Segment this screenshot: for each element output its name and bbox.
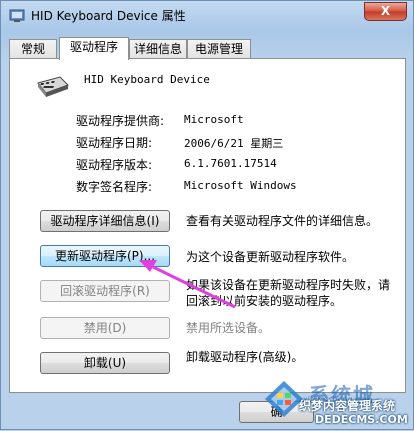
watermark-site: DEDECMS.COM (315, 413, 408, 426)
disable-device-button[interactable]: 禁用(D) (40, 317, 170, 339)
keyboard-icon (37, 76, 69, 97)
driver-panel: HID Keyboard Device 驱动程序提供商: Microsoft 驱… (9, 58, 406, 393)
driver-details-desc: 查看有关驱动程序文件的详细信息。 (186, 214, 379, 228)
tab-details-label: 详细信息 (133, 42, 182, 56)
close-icon: X (380, 4, 391, 18)
uninstall-driver-label: 卸载(U) (83, 356, 127, 370)
update-driver-label: 更新驱动程序(P)... (54, 249, 156, 263)
uninstall-driver-button[interactable]: 卸载(U) (40, 352, 170, 374)
version-value: 6.1.7601.17514 (184, 157, 277, 170)
device-manager-icon (9, 9, 25, 22)
tab-power-label: 电源管理 (194, 42, 243, 56)
provider-label: 驱动程序提供商: (76, 114, 165, 128)
device-name: HID Keyboard Device (84, 73, 210, 86)
watermark-slogan: 织梦内容管理系统 (299, 399, 396, 413)
tab-power-management[interactable]: 电源管理 (187, 39, 251, 59)
date-value: 2006/6/21 星期三 (184, 137, 284, 150)
watermark: 系统城 xitongcheng.com 织梦内容管理系统 DEDECMS.COM (259, 375, 414, 431)
tab-general[interactable]: 常规 (9, 39, 57, 59)
tab-details[interactable]: 详细信息 (129, 39, 187, 59)
close-button[interactable]: X (364, 2, 407, 21)
tab-general-label: 常规 (20, 42, 45, 56)
driver-details-label: 驱动程序详细信息(I) (50, 214, 160, 228)
driver-details-button[interactable]: 驱动程序详细信息(I) (40, 210, 170, 232)
version-label: 驱动程序版本: (76, 158, 153, 172)
signer-value: Microsoft Windows (184, 179, 297, 192)
rollback-driver-label: 回滚驱动程序(R) (60, 284, 150, 298)
disable-device-desc: 禁用所选设备。 (186, 321, 271, 335)
provider-value: Microsoft (184, 113, 244, 126)
tab-driver[interactable]: 驱动程序 (59, 37, 129, 60)
update-driver-desc: 为这个设备更新驱动程序软件。 (186, 250, 355, 264)
window-title: HID Keyboard Device 属性 (31, 9, 186, 23)
date-label: 驱动程序日期: (76, 136, 153, 150)
title-bar[interactable]: HID Keyboard Device 属性 X (1, 1, 413, 31)
signer-label: 数字签名程序: (76, 180, 153, 194)
update-driver-button[interactable]: 更新驱动程序(P)... (40, 245, 170, 267)
tab-driver-label: 驱动程序 (69, 40, 118, 54)
properties-window: HID Keyboard Device 属性 X 常规 驱动程序 详细信息 电源… (0, 0, 414, 430)
disable-device-label: 禁用(D) (83, 321, 127, 335)
uninstall-driver-desc: 卸载驱动程序(高级)。 (186, 350, 304, 364)
rollback-driver-desc: 如果该设备在更新驱动程序时失败，请回滚到以前安装的驱动程序。 (186, 278, 391, 308)
rollback-driver-button[interactable]: 回滚驱动程序(R) (40, 280, 170, 302)
